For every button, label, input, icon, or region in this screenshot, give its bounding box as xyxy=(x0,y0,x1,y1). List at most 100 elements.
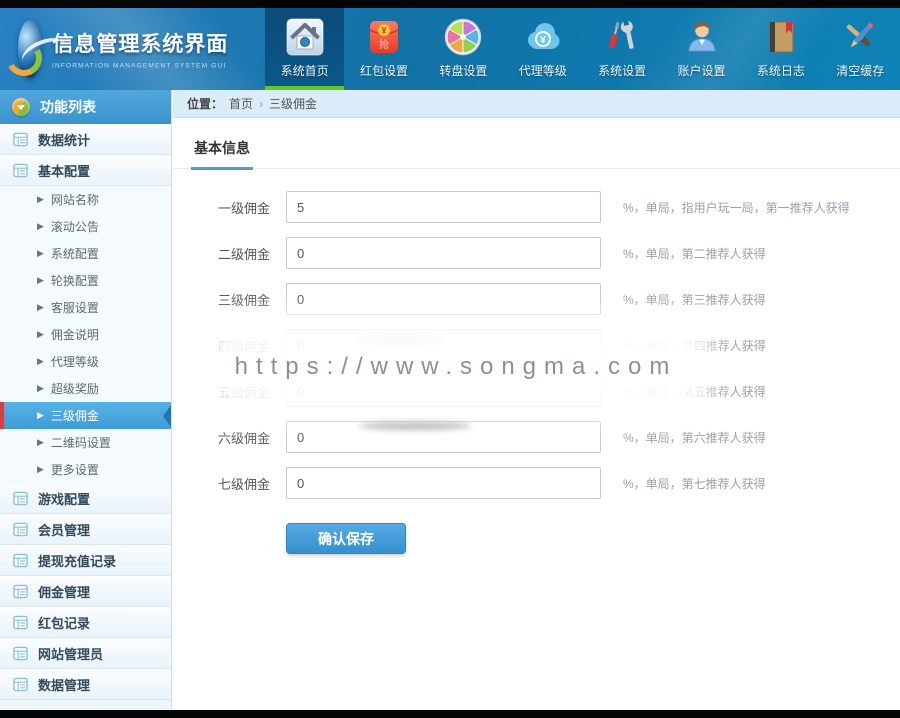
clear-cache-icon xyxy=(840,17,880,57)
nav-label: 代理等级 xyxy=(519,62,567,79)
triangle-marker-icon: ▶ xyxy=(37,356,44,367)
sidebar-item-red-packet-records[interactable]: 红包记录 xyxy=(0,607,171,638)
user-icon xyxy=(682,17,722,57)
list-icon xyxy=(13,553,28,568)
sidebar-subitem-label: 客服设置 xyxy=(51,299,99,316)
sidebar-subitem-label: 滚动公告 xyxy=(51,218,99,235)
nav-label: 清空缓存 xyxy=(836,62,884,79)
sidebar-item-commission-mgmt[interactable]: 佣金管理 xyxy=(0,576,171,607)
nav-label: 系统日志 xyxy=(757,62,805,79)
sidebar-subitem-label: 系统配置 xyxy=(51,245,99,262)
sidebar-subitem-label: 二维码设置 xyxy=(51,434,111,451)
form-row-level-3: 三级佣金 %，单局，第三推荐人获得 xyxy=(192,283,900,315)
log-book-icon xyxy=(761,17,801,57)
app-title: 信息管理系统界面 xyxy=(52,28,265,58)
triangle-marker-icon: ▶ xyxy=(37,383,44,394)
sidebar-header-label: 功能列表 xyxy=(40,97,96,117)
sidebar-item-label: 会员管理 xyxy=(38,520,90,539)
sidebar: 功能列表 数据统计 基本配置 ▶ 网站名称 xyxy=(0,90,172,710)
list-icon xyxy=(13,522,28,537)
breadcrumb-separator: › xyxy=(259,97,263,111)
nav-item-account-settings[interactable]: 账户设置 xyxy=(662,8,741,90)
nav-item-clear-cache[interactable]: 清空缓存 xyxy=(821,8,900,90)
form-row-level-4: 四级佣金 %，单局，第四推荐人获得 xyxy=(192,329,900,361)
list-icon xyxy=(13,491,28,506)
nav-item-wheel[interactable]: 转盘设置 xyxy=(424,8,503,90)
level-4-commission-input[interactable] xyxy=(286,329,601,361)
sidebar-subitem-label: 更多设置 xyxy=(51,461,99,478)
field-label: 四级佣金 xyxy=(192,336,270,355)
sidebar-item-withdraw-recharge[interactable]: 提现充值记录 xyxy=(0,545,171,576)
field-label: 三级佣金 xyxy=(192,290,270,309)
sidebar-item-data-mgmt[interactable]: 数据管理 xyxy=(0,669,171,700)
triangle-marker-icon: ▶ xyxy=(37,221,44,232)
triangle-marker-icon: ▶ xyxy=(37,464,44,475)
sidebar-subitem-label: 超级奖励 xyxy=(51,380,99,397)
nav-label: 系统首页 xyxy=(281,62,329,79)
tab-basic-info[interactable]: 基本信息 xyxy=(191,138,253,170)
sidebar-item-game-config[interactable]: 游戏配置 xyxy=(0,483,171,514)
breadcrumb-home-link[interactable]: 首页 xyxy=(229,95,253,112)
breadcrumb: 位置： 首页 › 三级佣金 xyxy=(173,90,900,118)
sidebar-subitem-label: 代理等级 xyxy=(51,353,99,370)
list-icon xyxy=(13,132,28,147)
list-icon xyxy=(13,615,28,630)
form-row-level-6: 六级佣金 %，单局，第六推荐人获得 xyxy=(192,421,900,453)
sidebar-item-label: 提现充值记录 xyxy=(38,551,116,570)
sidebar-subitem-three-level-commission[interactable]: ▶ 三级佣金 xyxy=(0,402,171,429)
nav-label: 转盘设置 xyxy=(439,62,487,79)
nav-label: 账户设置 xyxy=(678,62,726,79)
nav-item-agent-level[interactable]: ¥ 代理等级 xyxy=(503,8,582,90)
app-logo: 信息管理系统界面 INFORMATION MANAGEMENT SYSTEM G… xyxy=(0,8,265,90)
sidebar-subitem-agent-level[interactable]: ▶ 代理等级 xyxy=(0,348,171,375)
sidebar-subitem-super-reward[interactable]: ▶ 超级奖励 xyxy=(0,375,171,402)
nav-item-system-log[interactable]: 系统日志 xyxy=(741,8,820,90)
sidebar-subitem-service-settings[interactable]: ▶ 客服设置 xyxy=(0,294,171,321)
level-6-commission-input[interactable] xyxy=(286,421,601,453)
sidebar-item-site-admin[interactable]: 网站管理员 xyxy=(0,638,171,669)
nav-label: 红包设置 xyxy=(360,62,408,79)
confirm-save-button[interactable]: 确认保存 xyxy=(286,523,406,554)
triangle-marker-icon: ▶ xyxy=(37,437,44,448)
sidebar-item-member-mgmt[interactable]: 会员管理 xyxy=(0,514,171,545)
sidebar-subitem-site-name[interactable]: ▶ 网站名称 xyxy=(0,186,171,213)
level-7-commission-input[interactable] xyxy=(286,467,601,499)
list-icon xyxy=(13,677,28,692)
sidebar-item-label: 红包记录 xyxy=(38,613,90,632)
breadcrumb-prefix: 位置： xyxy=(187,95,223,112)
sidebar-item-data-stats[interactable]: 数据统计 xyxy=(0,124,171,155)
logo-text: 信息管理系统界面 INFORMATION MANAGEMENT SYSTEM G… xyxy=(52,28,265,70)
field-hint: %，单局，第四推荐人获得 xyxy=(623,337,766,354)
triangle-marker-icon: ▶ xyxy=(37,410,44,421)
field-label: 二级佣金 xyxy=(192,244,270,263)
commission-form: 一级佣金 %，单局，指用户玩一局，第一推荐人获得 二级佣金 %，单局，第二推荐人… xyxy=(173,191,900,554)
sidebar-subitem-more-settings[interactable]: ▶ 更多设置 xyxy=(0,456,171,483)
level-3-commission-input[interactable] xyxy=(286,283,601,315)
sidebar-subitem-commission-info[interactable]: ▶ 佣金说明 xyxy=(0,321,171,348)
triangle-marker-icon: ▶ xyxy=(37,275,44,286)
level-1-commission-input[interactable] xyxy=(286,191,601,223)
sidebar-item-label: 游戏配置 xyxy=(38,489,90,508)
sidebar-subitem-qrcode-settings[interactable]: ▶ 二维码设置 xyxy=(0,429,171,456)
sidebar-subitem-rotation-config[interactable]: ▶ 轮换配置 xyxy=(0,267,171,294)
sidebar-header[interactable]: 功能列表 xyxy=(0,90,171,124)
nav-item-home[interactable]: 系统首页 xyxy=(265,8,344,90)
function-list-icon xyxy=(12,98,30,116)
sidebar-subitem-scroll-notice[interactable]: ▶ 滚动公告 xyxy=(0,213,171,240)
field-hint: %，单局，第七推荐人获得 xyxy=(623,475,766,492)
sidebar-subitem-system-config[interactable]: ▶ 系统配置 xyxy=(0,240,171,267)
main-content: 位置： 首页 › 三级佣金 基本信息 一级佣金 %，单局，指用户玩一局，第一推荐… xyxy=(173,90,900,710)
sidebar-item-basic-config[interactable]: 基本配置 xyxy=(0,155,171,186)
triangle-marker-icon: ▶ xyxy=(37,194,44,205)
nav-item-system-settings[interactable]: 系统设置 xyxy=(583,8,662,90)
breadcrumb-current: 三级佣金 xyxy=(269,95,317,112)
wheel-icon xyxy=(443,17,483,57)
red-packet-icon: 抢 ¥ xyxy=(364,17,404,57)
level-2-commission-input[interactable] xyxy=(286,237,601,269)
sidebar-subitem-label: 网站名称 xyxy=(51,191,99,208)
sidebar-item-label: 佣金管理 xyxy=(38,582,90,601)
sidebar-subitem-label: 佣金说明 xyxy=(51,326,99,343)
nav-item-red-packet[interactable]: 抢 ¥ 红包设置 xyxy=(344,8,423,90)
level-5-commission-input[interactable] xyxy=(286,375,601,407)
top-nav: 系统首页 抢 ¥ 红包设置 xyxy=(265,8,900,90)
